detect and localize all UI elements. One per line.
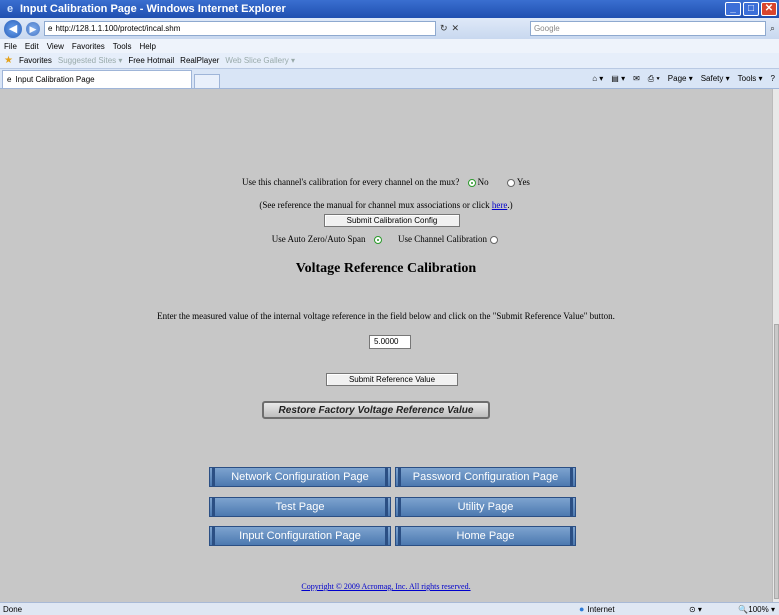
refresh-icon[interactable]: ↻: [440, 23, 448, 34]
favorites-item-realplayer[interactable]: RealPlayer: [180, 56, 219, 65]
maximize-button[interactable]: □: [743, 2, 759, 16]
status-text: Done: [3, 604, 23, 614]
search-placeholder: Google: [533, 24, 560, 33]
ie-icon: e: [6, 3, 14, 15]
mux-note-link[interactable]: here: [492, 200, 508, 210]
copyright-link[interactable]: Copyright © 2009 Acromag, Inc. All right…: [301, 582, 470, 591]
window-title: Input Calibration Page - Windows Interne…: [20, 3, 286, 15]
search-icon[interactable]: ⌕: [770, 23, 775, 34]
favorites-item-suggested[interactable]: Suggested Sites ▾: [58, 56, 123, 65]
protected-mode-icon[interactable]: ⊙ ▾: [689, 605, 719, 614]
nav-utility-page-button[interactable]: Utility Page: [395, 497, 576, 517]
menu-help[interactable]: Help: [139, 42, 155, 51]
channel-cal-label: Use Channel Calibration: [398, 234, 487, 244]
zone-label: Internet: [587, 604, 615, 614]
favorites-item-webslice[interactable]: Web Slice Gallery ▾: [225, 56, 295, 65]
window-titlebar: e Input Calibration Page - Windows Inter…: [0, 0, 779, 18]
auto-zero-label: Use Auto Zero/Auto Span: [271, 234, 366, 244]
feeds-icon[interactable]: ▤ ▾: [611, 74, 625, 84]
cmd-page[interactable]: Page ▾: [668, 74, 693, 84]
favorites-bar: ★ Favorites Suggested Sites ▾ Free Hotma…: [0, 53, 779, 69]
vertical-scrollbar[interactable]: [772, 89, 779, 602]
help-icon[interactable]: ?: [771, 74, 775, 84]
tab-label: Input Calibration Page: [15, 75, 95, 84]
voltage-reference-heading: Voltage Reference Calibration: [295, 261, 477, 276]
nav-password-config-button[interactable]: Password Configuration Page: [395, 467, 576, 487]
mux-yes-radio[interactable]: [506, 178, 515, 187]
zoom-value: 100%: [748, 604, 769, 614]
menu-view[interactable]: View: [47, 42, 64, 51]
channel-cal-radio[interactable]: [490, 235, 499, 244]
address-bar: ◀ ▶ e http://128.1.1.100/protect/incal.s…: [0, 18, 779, 39]
nav-test-page-button[interactable]: Test Page: [209, 497, 391, 517]
menu-edit[interactable]: Edit: [25, 42, 39, 51]
page-content: Use this channel's calibration for every…: [0, 89, 772, 602]
calibration-mode-row: Use Auto Zero/Auto Span Use Channel Cali…: [0, 234, 772, 244]
search-input[interactable]: Google: [529, 21, 766, 36]
minimize-button[interactable]: _: [725, 2, 741, 16]
new-tab-button[interactable]: [194, 74, 220, 88]
forward-button[interactable]: ▶: [26, 21, 40, 36]
mux-yes-label: Yes: [516, 177, 530, 187]
copyright-footer: Copyright © 2009 Acromag, Inc. All right…: [0, 582, 772, 591]
back-button[interactable]: ◀: [4, 19, 22, 38]
mail-icon[interactable]: ✉: [633, 74, 640, 84]
menu-tools[interactable]: Tools: [113, 42, 132, 51]
mux-note-row: (See reference the manual for channel mu…: [0, 200, 772, 210]
command-bar: ⌂ ▾ ▤ ▾ ✉ ⎙ ▾ Page ▾ Safety ▾ Tools ▾ ?: [592, 74, 779, 84]
url-text: http://128.1.1.100/protect/incal.shm: [55, 24, 181, 33]
submit-calibration-config-button[interactable]: Submit Calibration Config: [324, 214, 460, 227]
voltage-instructions: Enter the measured value of the internal…: [157, 311, 615, 321]
favorites-star-icon[interactable]: ★: [4, 55, 13, 66]
nav-home-page-button[interactable]: Home Page: [395, 526, 576, 546]
menu-file[interactable]: File: [4, 42, 17, 51]
mux-note-prefix: (See reference the manual for channel mu…: [259, 200, 492, 210]
favorites-label[interactable]: Favorites: [19, 56, 52, 65]
menu-bar: File Edit View Favorites Tools Help: [0, 39, 779, 53]
close-button[interactable]: ✕: [761, 2, 777, 16]
security-zone: ● Internet: [579, 604, 689, 614]
restore-factory-reference-button[interactable]: Restore Factory Voltage Reference Value: [262, 401, 490, 419]
status-bar: Done ● Internet ⊙ ▾ 🔍100% ▾: [0, 602, 779, 615]
url-input[interactable]: e http://128.1.1.100/protect/incal.shm: [44, 21, 436, 36]
mux-no-label: No: [477, 177, 489, 187]
submit-reference-value-button[interactable]: Submit Reference Value: [326, 373, 458, 386]
page-icon: e: [48, 24, 53, 33]
stop-icon[interactable]: ✕: [452, 23, 460, 34]
globe-icon: ●: [579, 604, 585, 614]
mux-no-radio[interactable]: [467, 178, 476, 187]
tab-page-icon: e: [7, 75, 12, 84]
tab-bar: e Input Calibration Page ⌂ ▾ ▤ ▾ ✉ ⎙ ▾ P…: [0, 69, 779, 89]
mux-question-row: Use this channel's calibration for every…: [0, 177, 772, 187]
mux-question: Use this channel's calibration for every…: [242, 177, 460, 187]
nav-input-config-button[interactable]: Input Configuration Page: [209, 526, 391, 546]
print-icon[interactable]: ⎙ ▾: [648, 74, 660, 84]
zoom-level[interactable]: 🔍100% ▾: [719, 605, 779, 614]
auto-zero-radio[interactable]: [373, 235, 382, 244]
tab-input-calibration[interactable]: e Input Calibration Page: [2, 70, 192, 88]
mux-note-suffix: .): [507, 200, 513, 210]
favorites-item-hotmail[interactable]: Free Hotmail: [128, 56, 174, 65]
voltage-reference-input[interactable]: 5.0000: [369, 335, 411, 349]
nav-network-config-button[interactable]: Network Configuration Page: [209, 467, 391, 487]
scrollbar-thumb[interactable]: [774, 324, 779, 599]
menu-favorites[interactable]: Favorites: [72, 42, 105, 51]
cmd-tools[interactable]: Tools ▾: [738, 74, 763, 84]
cmd-safety[interactable]: Safety ▾: [701, 74, 730, 84]
home-icon[interactable]: ⌂ ▾: [592, 74, 603, 84]
